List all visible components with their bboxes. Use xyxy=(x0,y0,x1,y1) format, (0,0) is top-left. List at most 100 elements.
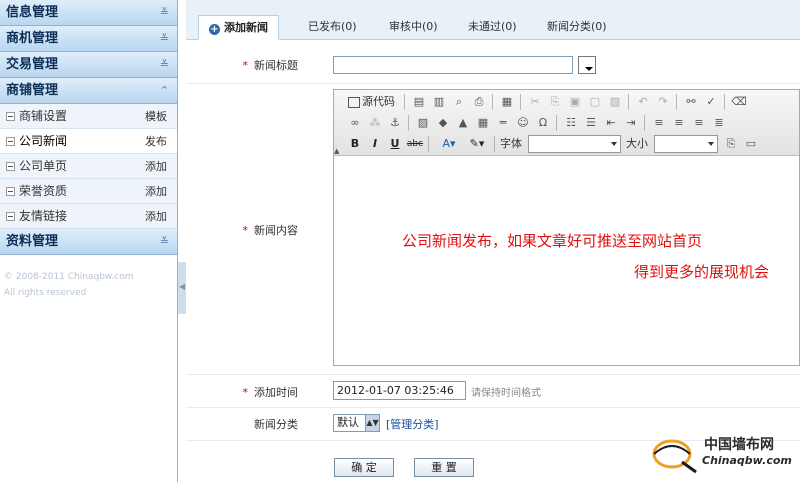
select-arrow-icon: ▲▼ xyxy=(365,415,379,431)
flash-icon[interactable]: ◆ xyxy=(434,114,452,132)
sidebar-section-label: 商机管理 xyxy=(6,31,59,46)
special-char-icon[interactable]: Ω xyxy=(534,114,552,132)
outdent-icon[interactable]: ⇤ xyxy=(602,114,620,132)
indent-icon[interactable]: ⇥ xyxy=(622,114,640,132)
bullet-list-icon[interactable]: ☰ xyxy=(582,114,600,132)
paste-word-icon[interactable]: ▣ xyxy=(566,93,584,111)
font-size-select[interactable] xyxy=(654,135,718,153)
collapse-box-icon xyxy=(6,162,15,171)
toolbar-separator xyxy=(492,94,493,110)
source-code-button[interactable]: 源代码 xyxy=(348,93,395,111)
tab-news-category[interactable]: 新闻分类(0) xyxy=(547,15,607,40)
tab-published[interactable]: 已发布(0) xyxy=(308,15,357,40)
logo-chinese-text: 中国墙布网 xyxy=(704,437,774,453)
sidebar-item-honors[interactable]: 荣誉资质 添加 xyxy=(0,179,177,204)
toolbar-separator xyxy=(404,94,405,110)
sidebar-section-label: 交易管理 xyxy=(6,57,59,72)
news-title-input[interactable] xyxy=(333,56,573,74)
rich-text-editor: 源代码 ▤ ▥ ⌕ ⎙ ▦ ✂ ⎘ ▣ ▢ ▧ ↶ ↷ ⚯ ✓ ⌫ ∞ ⁂ ⚓ … xyxy=(333,89,800,366)
sidebar-item-action[interactable]: 添加 xyxy=(145,179,167,204)
font-color-icon[interactable]: A▾ xyxy=(436,135,462,153)
add-icon: + xyxy=(209,24,220,35)
required-mark: * xyxy=(242,386,249,399)
align-right-icon[interactable]: ≡ xyxy=(690,114,708,132)
anchor-icon[interactable]: ⚓ xyxy=(386,114,404,132)
sidebar-item-company-news[interactable]: 公司新闻 发布 xyxy=(0,129,177,154)
logo-english-text: Chinaqbw.com xyxy=(702,454,792,467)
reset-button[interactable]: 重 置 xyxy=(414,458,474,477)
toolbar-row: ∞ ⁂ ⚓ ▨ ◆ ▲ ▦ ═ ☺ Ω ☷ ☰ ⇤ ⇥ ≡ ≡ ≡ ≣ xyxy=(340,113,795,133)
sidebar-section-label: 信息管理 xyxy=(6,5,59,20)
paste-text-icon[interactable]: ▥ xyxy=(430,93,448,111)
align-justify-icon[interactable]: ≣ xyxy=(710,114,728,132)
sidebar-section-profile[interactable]: 资料管理 ≚ xyxy=(0,229,177,255)
tab-add-news[interactable]: + 添加新闻 xyxy=(198,15,279,40)
copy-icon[interactable]: ⎘ xyxy=(546,93,564,111)
find-icon[interactable]: ⚯ xyxy=(682,93,700,111)
title-color-picker[interactable] xyxy=(578,56,596,74)
title-label: * 新闻标题 xyxy=(243,57,299,73)
tab-reviewing[interactable]: 审核中(0) xyxy=(389,15,438,40)
font-family-select[interactable] xyxy=(528,135,621,153)
sidebar-section-business[interactable]: 商机管理 ≚ xyxy=(0,26,177,52)
horizontal-rule-icon[interactable]: ═ xyxy=(494,114,512,132)
redo-icon[interactable]: ↷ xyxy=(654,93,672,111)
fullscreen-icon[interactable]: ▭ xyxy=(742,135,760,153)
attachment-icon[interactable]: ⎘ xyxy=(722,135,740,153)
sidebar-item-label: 公司单页 xyxy=(19,159,68,173)
undo-icon[interactable]: ↶ xyxy=(634,93,652,111)
chevron-down-icon: ≚ xyxy=(159,58,169,71)
time-label: * 添加时间 xyxy=(243,384,299,400)
remove-format-icon[interactable]: ⌫ xyxy=(730,93,748,111)
sidebar-collapse-handle[interactable]: ◀ xyxy=(178,262,186,314)
strikethrough-icon[interactable]: abc xyxy=(406,135,424,153)
submit-button[interactable]: 确 定 xyxy=(334,458,394,477)
cut-icon[interactable]: ✂ xyxy=(526,93,544,111)
select-all-icon[interactable]: ▧ xyxy=(606,93,624,111)
font-family-label: 字体 xyxy=(500,137,522,150)
sidebar-section-trade[interactable]: 交易管理 ≚ xyxy=(0,52,177,78)
smiley-icon[interactable]: ☺ xyxy=(514,114,532,132)
sidebar-item-action[interactable]: 添加 xyxy=(145,154,167,179)
font-size-label: 大小 xyxy=(626,137,648,150)
highlight-color-icon[interactable]: ✎▾ xyxy=(464,135,490,153)
sidebar-item-links[interactable]: 友情链接 添加 xyxy=(0,204,177,229)
chevron-up-icon: ⌃ xyxy=(159,84,169,97)
editor-content-area[interactable]: 公司新闻发布，如果文章好可推送至网站首页 得到更多的展现机会 xyxy=(334,156,799,365)
image-icon[interactable]: ▨ xyxy=(414,114,432,132)
sidebar-item-shop-settings[interactable]: 商铺设置 模板 xyxy=(0,104,177,129)
bold-icon[interactable]: B xyxy=(346,135,364,153)
tab-rejected[interactable]: 未通过(0) xyxy=(468,15,517,40)
toolbar-collapse-icon[interactable]: ▲ xyxy=(334,147,339,155)
align-center-icon[interactable]: ≡ xyxy=(670,114,688,132)
chevron-down-icon: ≚ xyxy=(159,32,169,45)
sidebar-item-action[interactable]: 发布 xyxy=(145,129,167,154)
italic-icon[interactable]: I xyxy=(366,135,384,153)
chevron-down-icon: ≚ xyxy=(159,6,169,19)
news-category-select[interactable]: 默认 ▲▼ xyxy=(333,414,380,432)
manage-category-link[interactable]: [管理分类] xyxy=(386,416,439,432)
paste-icon[interactable]: ▤ xyxy=(410,93,428,111)
required-mark: * xyxy=(242,59,249,72)
paste-plain-icon[interactable]: ▢ xyxy=(586,93,604,111)
unlink-icon[interactable]: ⁂ xyxy=(366,114,384,132)
align-left-icon[interactable]: ≡ xyxy=(650,114,668,132)
add-time-input[interactable]: 2012-01-07 03:25:46 xyxy=(333,381,466,400)
table-icon[interactable]: ▦ xyxy=(474,114,492,132)
sidebar-section-shop[interactable]: 商铺管理 ⌃ xyxy=(0,78,177,104)
media-icon[interactable]: ▲ xyxy=(454,114,472,132)
sidebar-section-info[interactable]: 信息管理 ≚ xyxy=(0,0,177,26)
sidebar-item-action[interactable]: 添加 xyxy=(145,204,167,229)
toolbar-separator xyxy=(644,115,645,131)
underline-icon[interactable]: U xyxy=(386,135,404,153)
ordered-list-icon[interactable]: ☷ xyxy=(562,114,580,132)
spellcheck-icon[interactable]: ✓ xyxy=(702,93,720,111)
sidebar-item-label: 公司新闻 xyxy=(19,134,68,148)
sidebar-item-action[interactable]: 模板 xyxy=(145,104,167,129)
preview-icon[interactable]: ⌕ xyxy=(450,93,468,111)
print-icon[interactable]: ⎙ xyxy=(470,93,488,111)
sidebar-item-company-page[interactable]: 公司单页 添加 xyxy=(0,154,177,179)
link-icon[interactable]: ∞ xyxy=(346,114,364,132)
template-icon[interactable]: ▦ xyxy=(498,93,516,111)
sidebar: 信息管理 ≚ 商机管理 ≚ 交易管理 ≚ 商铺管理 ⌃ 商铺设置 模板 公司新闻 发布 公司… xyxy=(0,0,178,482)
